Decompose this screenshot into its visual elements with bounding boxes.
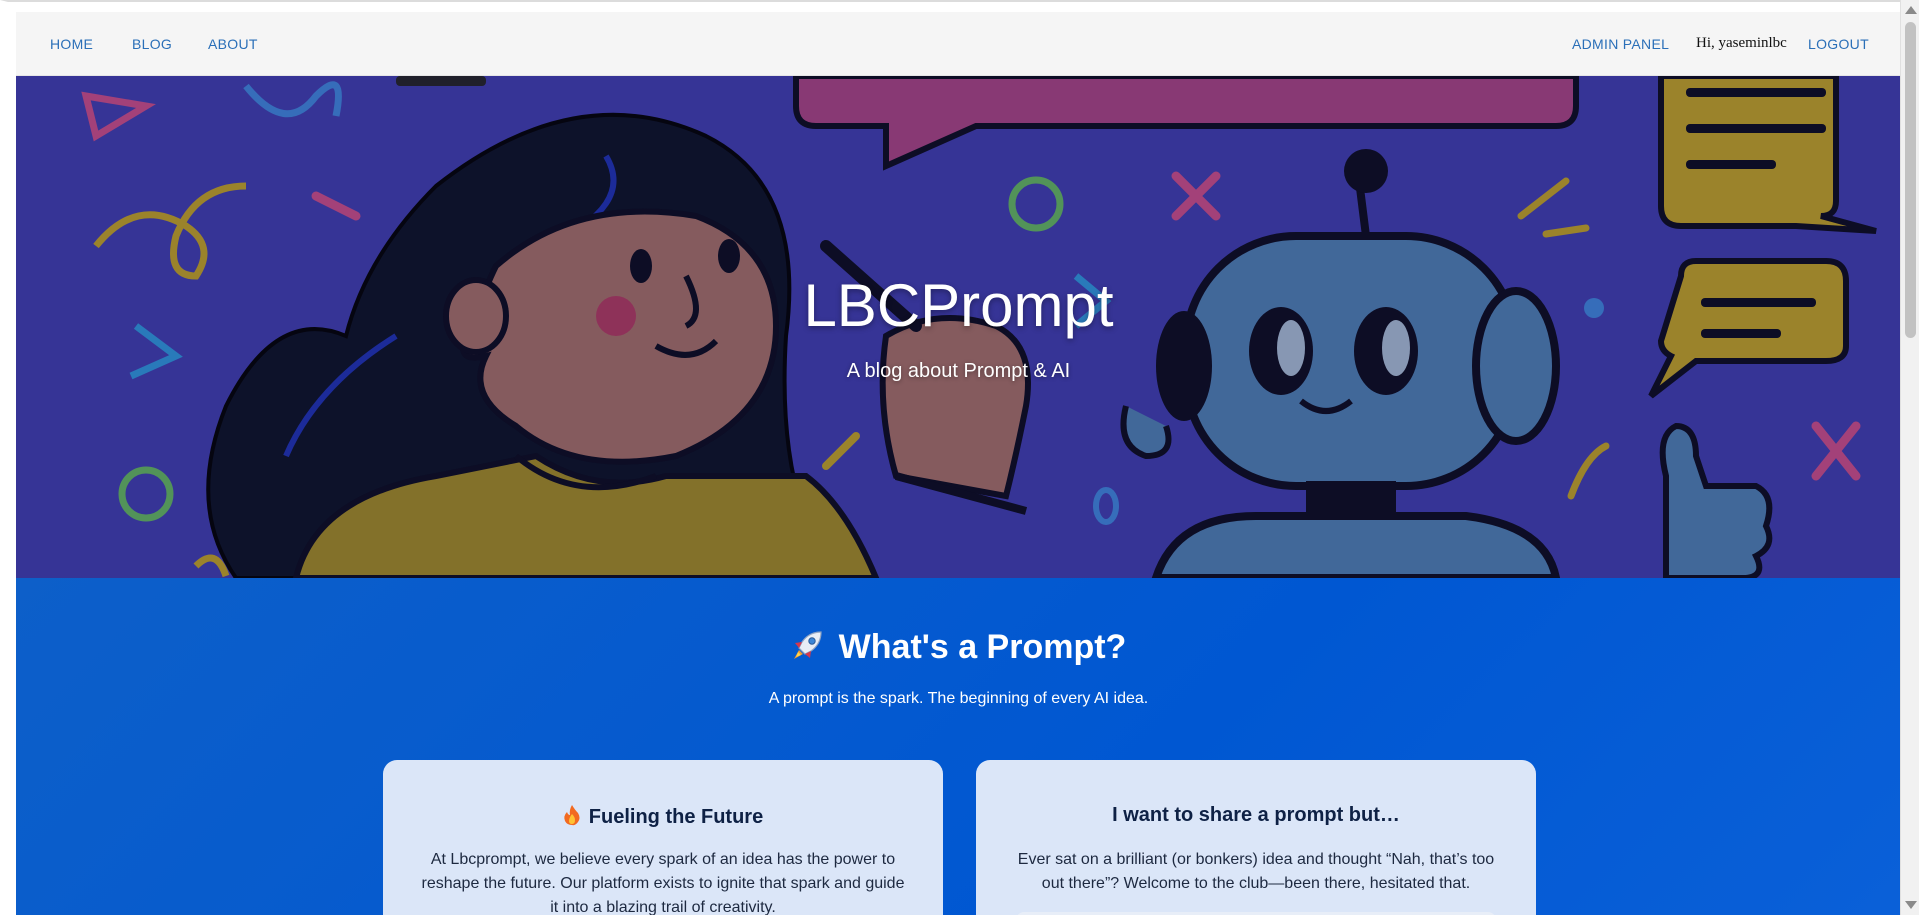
share-prompt-card: I want to share a prompt but… Ever sat o… (976, 760, 1536, 915)
nav-home-link[interactable]: HOME (50, 36, 93, 52)
vertical-scrollbar[interactable] (1900, 0, 1919, 915)
card-body: Ever sat on a brilliant (or bonkers) ide… (1017, 851, 1495, 892)
section-title: What's a Prompt? (16, 628, 1900, 667)
card-title-text: Fueling the Future (588, 806, 764, 828)
fueling-future-card: Fueling the Future At Lbcprompt, we beli… (383, 760, 943, 915)
card-body: At Lbcprompt, we believe every spark of … (421, 851, 905, 915)
hero-subtitle: A blog about Prompt & AI (846, 360, 1071, 382)
card-title: Fueling the Future (383, 804, 943, 829)
nav-logout-link[interactable]: LOGOUT (1808, 36, 1869, 52)
scrollbar-thumb[interactable] (1905, 22, 1916, 338)
hero-banner: LBCPrompt A blog about Prompt & AI (16, 76, 1900, 578)
hero-title: LBCPrompt (803, 272, 1114, 339)
nav-about-link[interactable]: ABOUT (208, 36, 258, 52)
section-title-text: What's a Prompt? (838, 628, 1127, 666)
card-title-text: I want to share a prompt but… (1112, 804, 1400, 826)
card-title: I want to share a prompt but… (976, 804, 1536, 827)
page: HOME BLOG ABOUT ADMIN PANEL Hi, yaseminl… (16, 12, 1900, 915)
scroll-down-arrow-icon[interactable] (1905, 901, 1917, 909)
whats-a-prompt-section: What's a Prompt? A prompt is the spark. … (16, 578, 1900, 915)
flame-icon (564, 805, 580, 826)
browser-viewport: HOME BLOG ABOUT ADMIN PANEL Hi, yaseminl… (0, 0, 1900, 915)
scroll-up-arrow-icon[interactable] (1905, 6, 1917, 14)
top-navbar: HOME BLOG ABOUT ADMIN PANEL Hi, yaseminl… (16, 12, 1900, 76)
nav-admin-panel-link[interactable]: ADMIN PANEL (1572, 36, 1669, 52)
rocket-icon (793, 631, 822, 659)
section-subtitle: A prompt is the spark. The beginning of … (768, 690, 1149, 707)
user-greeting: Hi, yaseminlbc (1696, 35, 1787, 51)
nav-blog-link[interactable]: BLOG (132, 36, 172, 52)
